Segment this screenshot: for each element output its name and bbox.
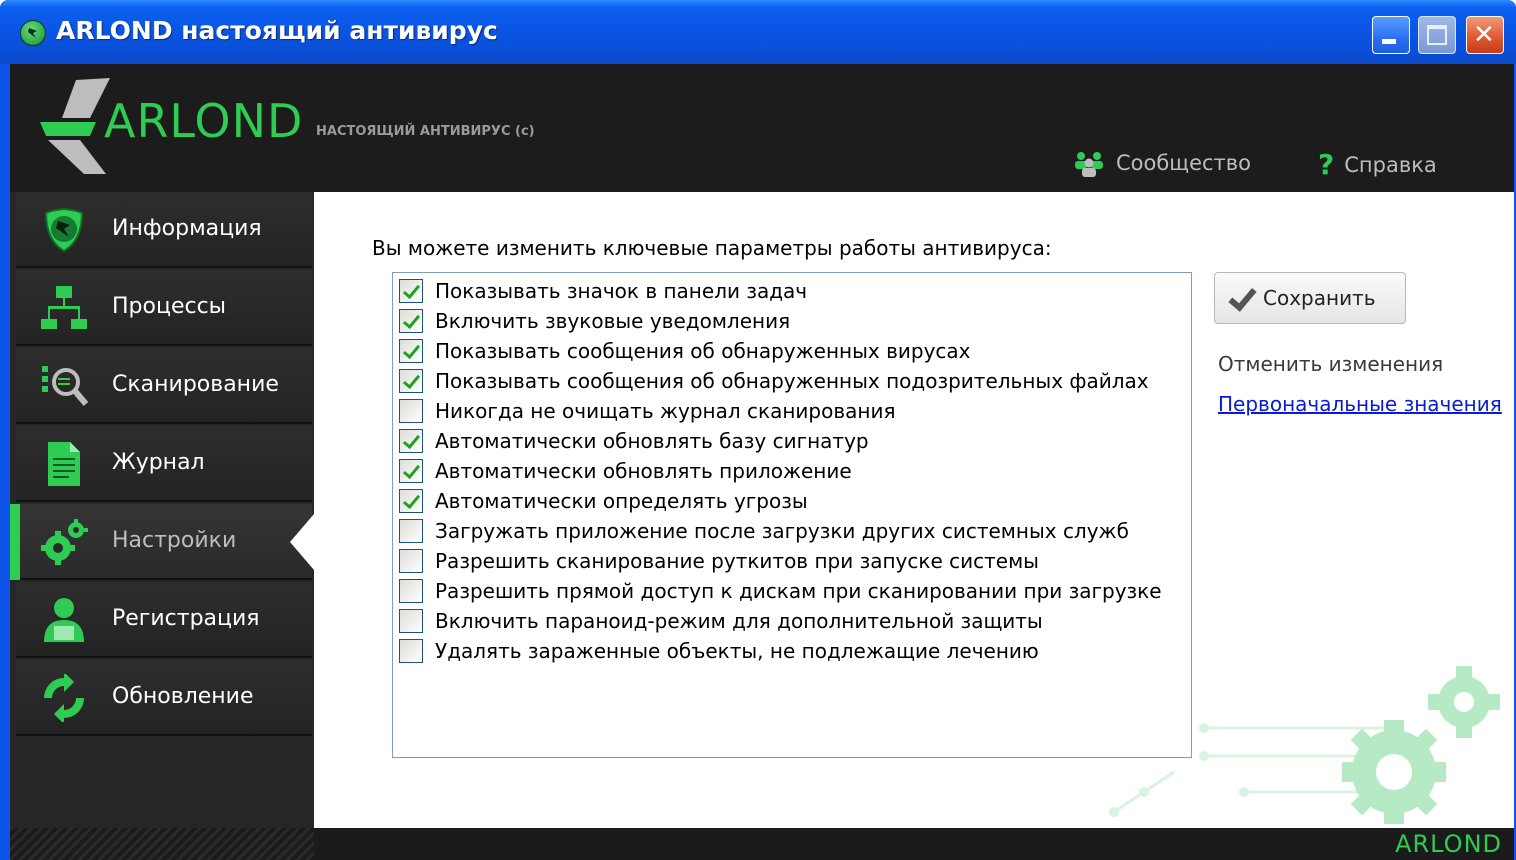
minimize-icon [1382, 39, 1396, 44]
sidebar-item-processes[interactable]: Процессы [16, 270, 312, 346]
checkbox[interactable] [399, 369, 423, 393]
sidebar-item-label: Обновление [112, 684, 254, 709]
sidebar-item-label: Настройки [112, 528, 237, 553]
option-auto-update-app[interactable]: Автоматически обновлять приложение [399, 457, 852, 485]
community-icon [1075, 152, 1103, 177]
user-icon [44, 598, 84, 642]
checkbox[interactable] [399, 639, 423, 663]
active-pointer [290, 514, 314, 570]
checkmark-icon [1227, 288, 1253, 308]
option-sound-notifications[interactable]: Включить звуковые уведомления [399, 307, 790, 335]
settings-panel: Вы можете изменить ключевые параметры ра… [314, 192, 1514, 828]
sidebar-item-registration[interactable]: Регистрация [16, 582, 312, 658]
gears-circuit-decoration-icon [1109, 666, 1500, 824]
settings-intro: Вы можете изменить ключевые параметры ра… [372, 236, 1052, 260]
app-shield-icon [20, 20, 46, 46]
option-label: Автоматически обновлять приложение [435, 459, 852, 483]
maximize-icon [1427, 25, 1447, 45]
footer-bar: ARLOND [10, 828, 1514, 860]
option-paranoid-mode[interactable]: Включить параноид-режим для дополнительн… [399, 607, 1043, 635]
option-label: Автоматически определять угрозы [435, 489, 808, 513]
option-delayed-start[interactable]: Загружать приложение после загрузки друг… [399, 517, 1129, 545]
help-icon: ? [1318, 148, 1335, 181]
options-list: Показывать значок в панели задач Включит… [392, 272, 1192, 758]
community-label: Сообщество [1116, 151, 1252, 175]
document-icon [48, 442, 80, 486]
sidebar: Информация Процессы Сканирование Журнал … [10, 192, 314, 828]
option-label: Загружать приложение после загрузки друг… [435, 519, 1129, 543]
checkbox[interactable] [399, 489, 423, 513]
option-direct-disk-access[interactable]: Разрешить прямой доступ к дискам при ска… [399, 577, 1162, 605]
option-suspicious-messages[interactable]: Показывать сообщения об обнаруженных под… [399, 367, 1149, 395]
option-label: Автоматически обновлять базу сигнатур [435, 429, 869, 453]
checkbox[interactable] [399, 429, 423, 453]
minimize-button[interactable] [1372, 16, 1410, 54]
checkbox[interactable] [399, 399, 423, 423]
save-button[interactable]: Сохранить [1214, 272, 1406, 324]
client-area: ARLOND НАСТОЯЩИЙ АНТИВИРУС (с) Сообществ… [10, 64, 1514, 860]
help-label: Справка [1344, 152, 1437, 177]
sidebar-item-log[interactable]: Журнал [16, 426, 312, 502]
checkbox[interactable] [399, 459, 423, 483]
checkbox[interactable] [399, 339, 423, 363]
sidebar-item-scan[interactable]: Сканирование [16, 348, 312, 424]
maximize-button[interactable] [1418, 16, 1456, 54]
footer-hatch [10, 828, 314, 860]
checkbox[interactable] [399, 519, 423, 543]
cancel-changes-link[interactable]: Отменить изменения [1218, 352, 1443, 376]
sidebar-item-update[interactable]: Обновление [16, 660, 312, 736]
option-auto-detect-threats[interactable]: Автоматически определять угрозы [399, 487, 808, 515]
option-label: Включить параноид-режим для дополнительн… [435, 609, 1043, 633]
sidebar-item-label: Процессы [112, 294, 227, 319]
option-label: Включить звуковые уведомления [435, 309, 791, 333]
sidebar-item-settings[interactable]: Настройки [10, 504, 312, 580]
close-icon: ✕ [1473, 20, 1495, 50]
scan-magnifier-icon [42, 366, 88, 406]
logo-text: ARLOND [104, 94, 304, 148]
community-link[interactable]: Сообщество [1072, 148, 1251, 178]
option-label: Разрешить сканирование руткитов при запу… [435, 549, 1039, 573]
option-rootkit-scan[interactable]: Разрешить сканирование руткитов при запу… [399, 547, 1039, 575]
refresh-icon [44, 674, 84, 722]
process-tree-icon [41, 286, 87, 329]
close-button[interactable]: ✕ [1466, 16, 1504, 54]
help-link[interactable]: ? Справка [1318, 148, 1437, 181]
logo-subtitle: НАСТОЯЩИЙ АНТИВИРУС (с) [316, 124, 535, 139]
sidebar-item-label: Информация [112, 216, 262, 241]
sidebar-item-label: Журнал [112, 450, 205, 475]
option-label: Показывать значок в панели задач [435, 279, 808, 303]
checkbox[interactable] [399, 549, 423, 573]
app-header: ARLOND НАСТОЯЩИЙ АНТИВИРУС (с) Сообществ… [10, 64, 1514, 192]
option-auto-update-signatures[interactable]: Автоматически обновлять базу сигнатур [399, 427, 869, 455]
checkbox[interactable] [399, 609, 423, 633]
sidebar-item-label: Регистрация [112, 606, 260, 631]
option-label: Удалять зараженные объекты, не подлежащи… [435, 639, 1039, 663]
option-label: Показывать сообщения об обнаруженных под… [435, 369, 1149, 393]
option-label: Разрешить прямой доступ к дискам при ска… [435, 579, 1162, 603]
shield-icon [44, 207, 84, 253]
active-indicator [10, 504, 20, 580]
window-title: ARLOND настоящий антивирус [56, 16, 498, 45]
option-keep-scan-log[interactable]: Никогда не очищать журнал сканирования [399, 397, 896, 425]
option-label: Никогда не очищать журнал сканирования [435, 399, 896, 423]
option-delete-infected[interactable]: Удалять зараженные объекты, не подлежащи… [399, 637, 1039, 665]
checkbox[interactable] [399, 309, 423, 333]
checkbox[interactable] [399, 579, 423, 603]
option-label: Показывать сообщения об обнаруженных вир… [435, 339, 971, 363]
option-virus-messages[interactable]: Показывать сообщения об обнаруженных вир… [399, 337, 971, 365]
restore-defaults-link[interactable]: Первоначальные значения [1218, 392, 1502, 416]
option-taskbar-icon[interactable]: Показывать значок в панели задач [399, 277, 807, 305]
sidebar-item-label: Сканирование [112, 372, 279, 397]
title-bar[interactable]: ARLOND настоящий антивирус ✕ [0, 0, 1516, 64]
save-label: Сохранить [1263, 286, 1376, 310]
app-window: ARLOND настоящий антивирус ✕ ARLOND НАСТ… [0, 0, 1516, 860]
footer-logo: ARLOND [1395, 830, 1502, 858]
checkbox[interactable] [399, 279, 423, 303]
arlond-logo-icon [40, 78, 110, 174]
gears-icon [41, 519, 88, 565]
sidebar-item-information[interactable]: Информация [16, 192, 312, 268]
